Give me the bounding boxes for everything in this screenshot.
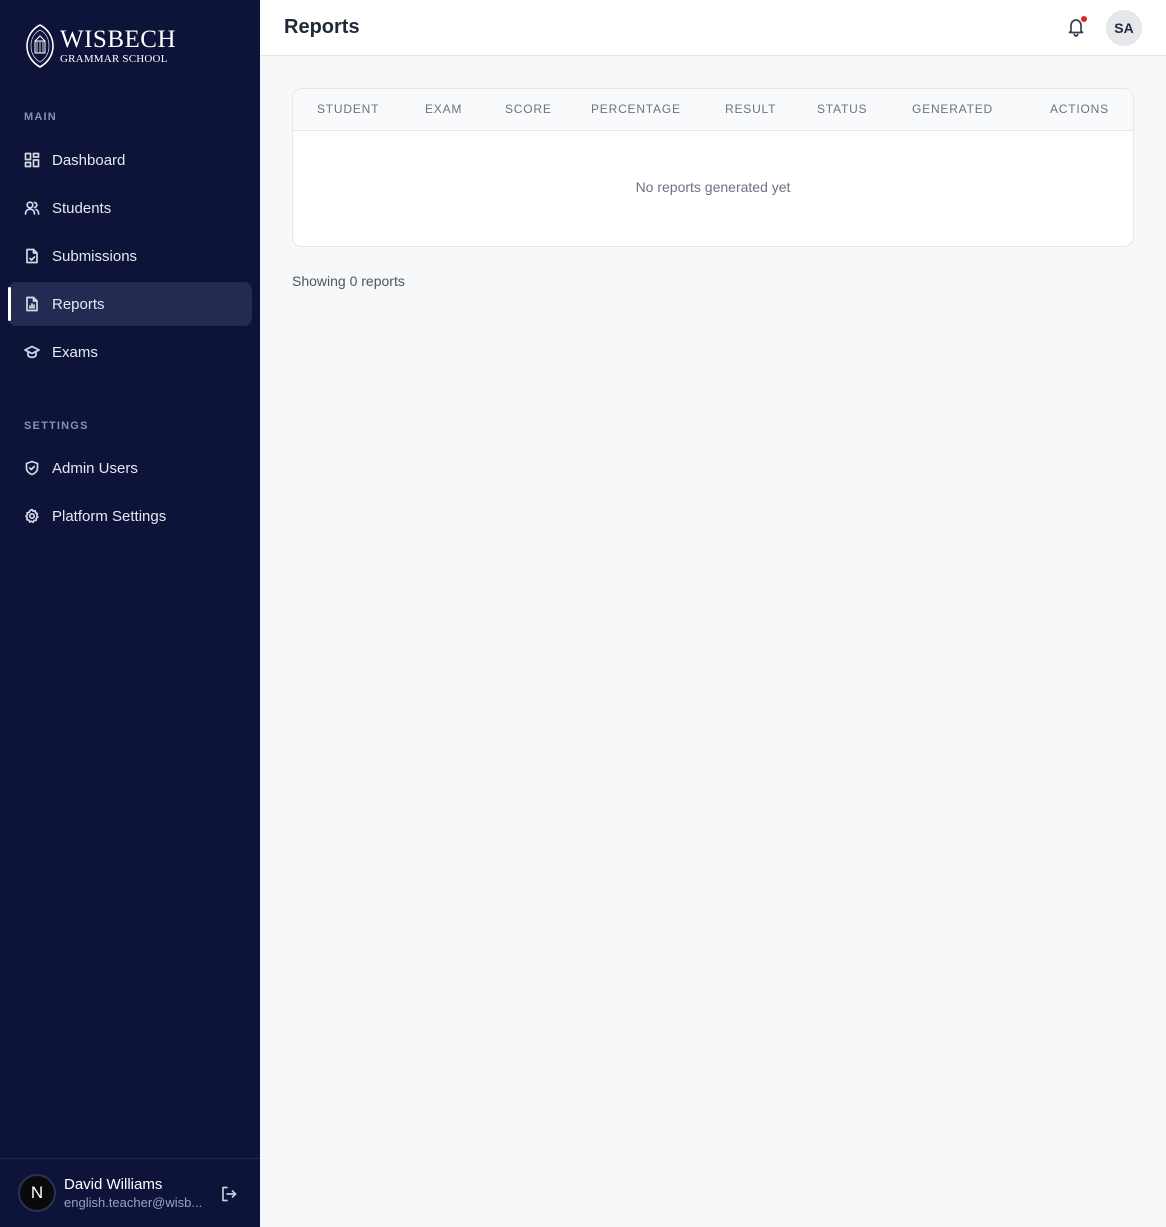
reports-table: STUDENT EXAM SCORE PERCENTAGE RESULT STA… [292,88,1134,247]
avatar[interactable]: N [18,1174,56,1212]
sidebar-item-reports[interactable]: Reports [8,282,252,326]
top-bar: Reports SA [260,0,1166,56]
shield-icon [24,460,40,476]
sidebar-item-label: Admin Users [52,459,138,477]
users-icon [24,200,40,216]
sidebar-item-label: Students [52,199,112,217]
sidebar-item-admin-users[interactable]: Admin Users [8,446,252,490]
sidebar-item-exams[interactable]: Exams [8,330,252,374]
logout-icon[interactable] [220,1185,238,1203]
sidebar-item-label: Dashboard [52,151,126,169]
report-icon [24,296,40,312]
column-header-result[interactable]: RESULT [725,102,776,116]
sidebar-item-dashboard[interactable]: Dashboard [8,138,252,182]
crest-icon [26,24,54,68]
sidebar: WISBECH GRAMMAR SCHOOL MAIN Dashboard St… [0,0,260,1227]
section-label-main: MAIN [24,111,57,123]
empty-state-message: No reports generated yet [635,179,791,195]
sidebar-item-platform-settings[interactable]: Platform Settings [8,494,252,538]
brand-name: WISBECH [60,26,176,53]
results-count: Showing 0 reports [292,273,405,289]
column-header-student[interactable]: STUDENT [317,102,379,116]
gear-icon [24,508,40,524]
user-profile: N David Williams english.teacher@wisb... [0,1158,260,1227]
column-header-actions: ACTIONS [1050,102,1109,116]
sidebar-item-label: Reports [52,295,105,313]
sidebar-item-label: Exams [52,343,98,361]
column-header-exam[interactable]: EXAM [425,102,462,116]
account-avatar[interactable]: SA [1106,10,1142,46]
sidebar-item-label: Submissions [52,247,138,265]
sidebar-item-students[interactable]: Students [8,186,252,230]
brand-subtitle: GRAMMAR SCHOOL [60,53,168,65]
page-title: Reports [284,16,360,38]
column-header-status[interactable]: STATUS [817,102,867,116]
column-header-score[interactable]: SCORE [505,102,552,116]
graduation-cap-icon [24,344,40,360]
section-label-settings: SETTINGS [24,420,89,432]
column-header-percentage[interactable]: PERCENTAGE [591,102,681,116]
sidebar-item-label: Platform Settings [52,507,167,525]
document-icon [24,248,40,264]
user-email: english.teacher@wisb... [64,1195,203,1210]
column-header-generated[interactable]: GENERATED [912,102,993,116]
dashboard-icon [24,152,40,168]
notifications-button[interactable] [1066,15,1088,38]
notification-dot [1080,15,1088,23]
sidebar-item-submissions[interactable]: Submissions [8,234,252,278]
table-header: STUDENT EXAM SCORE PERCENTAGE RESULT STA… [293,89,1133,131]
user-name: David Williams [64,1176,163,1193]
school-logo[interactable]: WISBECH GRAMMAR SCHOOL [24,22,176,70]
